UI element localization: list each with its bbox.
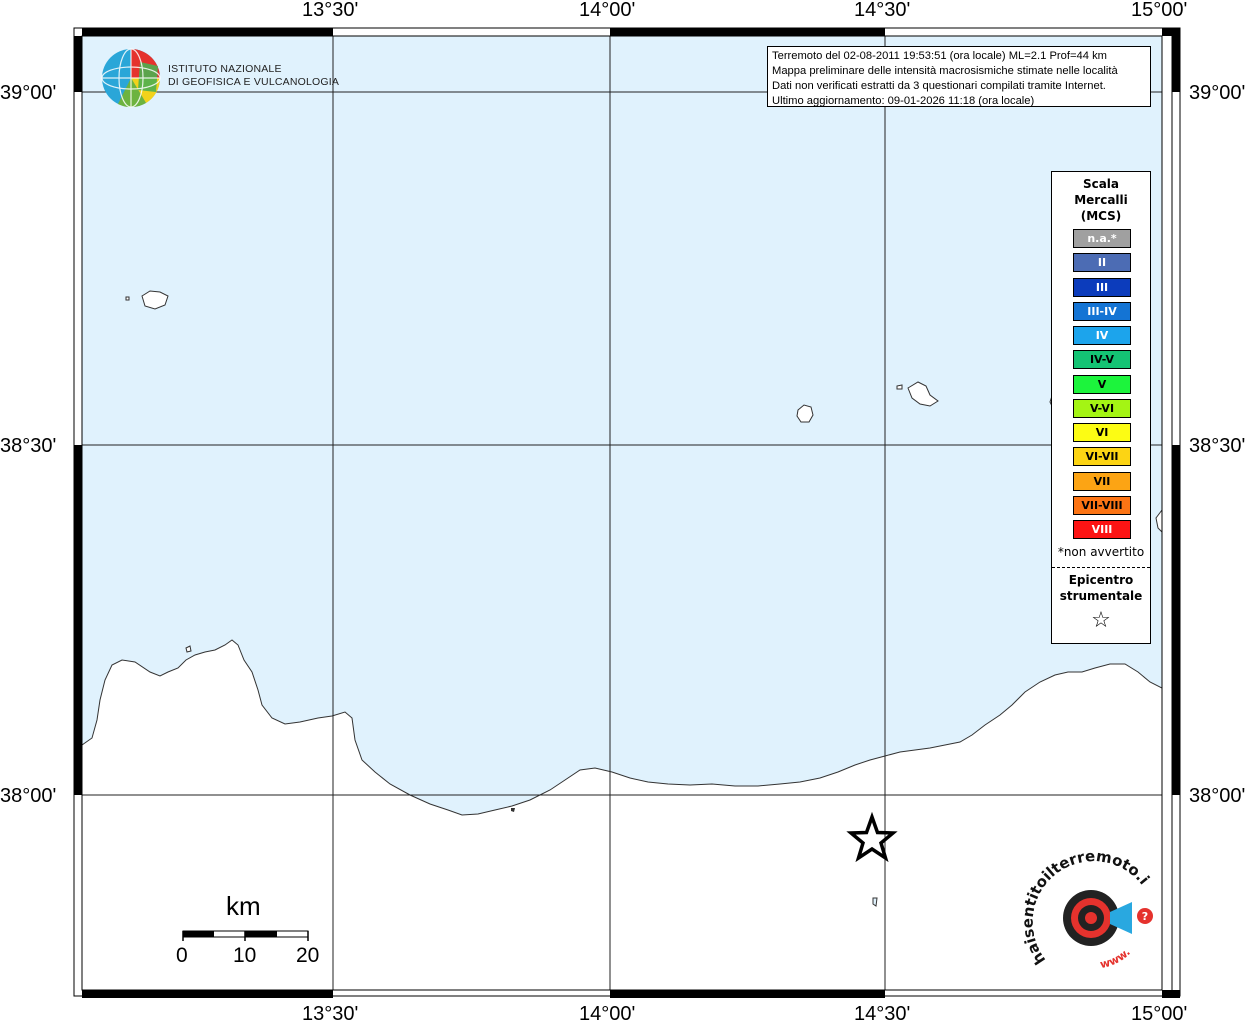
left-label-38-00: 38°00': [0, 785, 57, 807]
info-line-3: Dati non verificati estratti da 3 questi…: [772, 80, 1106, 92]
legend-title-line-1: Scala: [1082, 177, 1120, 191]
legend-divider: [1052, 567, 1150, 568]
filicudi-islet: [896, 384, 903, 390]
earthquake-info-box: Terremoto del 02-08-2011 19:53:51 (ora l…: [767, 46, 1151, 107]
ustica-islet: [125, 296, 130, 301]
ingv-globe-icon: [101, 48, 161, 108]
legend-title: Scala Mercalli (MCS): [1052, 176, 1150, 224]
legend-swatch-n-a: n.a.*: [1073, 229, 1131, 248]
ingv-institute-name: ISTITUTO NAZIONALE DI GEOFISICA E VULCAN…: [168, 63, 339, 89]
top-label-15-00: 15°00': [1131, 0, 1188, 21]
legend-epicenter-line-2: strumentale: [1059, 589, 1143, 603]
legend-title-line-2: Mercalli: [1074, 193, 1128, 207]
legend-swatch-vi-vii: VI-VII: [1073, 447, 1131, 467]
scale-label-0: 0: [176, 944, 188, 967]
legend-swatch-iv: IV: [1073, 326, 1131, 345]
mcs-legend: Scala Mercalli (MCS) n.a.* II III III-IV IV I…: [1051, 171, 1151, 644]
legend-swatch-iii-iv: III-IV: [1073, 301, 1131, 321]
info-line-4: Ultimo aggiornamento: 09-01-2026 11:18 (…: [772, 95, 1035, 107]
legend-na-note: *non avvertito: [1057, 545, 1145, 559]
right-label-38-00: 38°00': [1189, 785, 1246, 807]
legend-swatch-v-vi: V-VI: [1073, 398, 1131, 418]
legend-swatch-vi: VI: [1073, 423, 1131, 442]
legend-title-line-3: (MCS): [1080, 209, 1122, 223]
scale-bar-unit: km: [226, 891, 261, 921]
legend-swatch-vii: VII: [1073, 471, 1131, 491]
ingv-line-2: DI GEOFISICA E VULCANOLOGIA: [168, 76, 340, 88]
legend-epicenter-line-1: Epicentro: [1068, 573, 1134, 587]
bottom-label-14-30: 14°30': [854, 1003, 911, 1025]
top-label-13-30: 13°30': [302, 0, 359, 21]
legend-swatch-ii: II: [1073, 253, 1131, 273]
top-label-14-00: 14°00': [579, 0, 636, 21]
inland-lake: [872, 897, 878, 907]
left-label-39-00: 39°00': [0, 82, 57, 104]
legend-swatch-viii: VIII: [1073, 520, 1131, 539]
right-label-38-30: 38°30': [1189, 435, 1246, 457]
svg-text:?: ?: [1142, 910, 1148, 923]
legend-swatch-v: V: [1073, 374, 1131, 394]
legend-swatches: n.a.* II III III-IV IV IV-V V V-VI VI VI-VII VII VI…: [1073, 229, 1131, 544]
bottom-label-13-30: 13°30': [302, 1003, 359, 1025]
scale-label-10: 10: [233, 944, 257, 967]
left-label-38-30: 38°30': [0, 435, 57, 457]
top-label-14-30: 14°30': [854, 0, 911, 21]
scale-label-20: 20: [296, 944, 320, 967]
info-line-2: Mappa preliminare delle intensità macros…: [772, 65, 1118, 77]
right-label-39-00: 39°00': [1189, 82, 1246, 104]
legend-swatch-vii-viii: VII-VIII: [1073, 495, 1131, 515]
legend-epicenter-star-icon: ☆: [1091, 608, 1111, 633]
bottom-label-14-00: 14°00': [579, 1003, 636, 1025]
info-line-1: Terremoto del 02-08-2011 19:53:51 (ora l…: [772, 50, 1107, 62]
legend-epicenter-title: Epicentro strumentale: [1052, 572, 1150, 604]
bottom-label-15-00: 15°00': [1131, 1003, 1188, 1025]
ingv-line-1: ISTITUTO NAZIONALE: [168, 63, 282, 75]
legend-swatch-iv-v: IV-V: [1073, 350, 1131, 370]
legend-swatch-iii: III: [1073, 277, 1131, 297]
